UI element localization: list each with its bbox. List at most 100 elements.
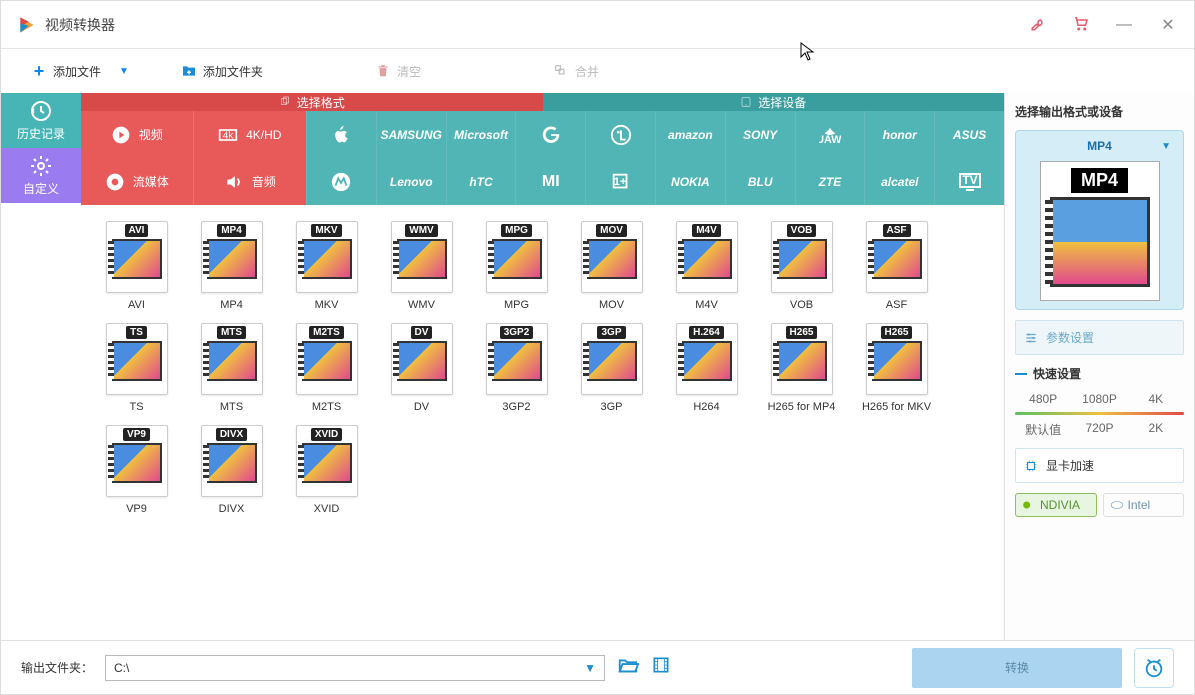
4k-icon: 4k	[218, 125, 238, 145]
tab-header: 选择格式 选择设备	[81, 93, 1004, 111]
merge-button[interactable]: 合并	[543, 59, 609, 84]
gpu-accel-button[interactable]: 显卡加速	[1015, 448, 1184, 483]
format-mov[interactable]: MOVMOV	[564, 217, 659, 315]
brand-tv[interactable]: TV	[934, 158, 1004, 205]
dropdown-caret-icon[interactable]: ▼	[119, 66, 129, 77]
preset-default[interactable]: 默认值	[1015, 421, 1071, 438]
preset-4k[interactable]: 4K	[1128, 392, 1184, 406]
dropdown-icon[interactable]: ▼	[584, 661, 596, 675]
brand-alcatel[interactable]: alcatel	[864, 158, 934, 205]
convert-button[interactable]: 转换	[912, 648, 1122, 688]
key-icon[interactable]	[1030, 14, 1048, 35]
quick-settings-grid[interactable]: 480P 1080P 4K 默认值 720P 2K	[1015, 392, 1184, 438]
output-folder-input[interactable]: C:\ ▼	[105, 655, 605, 681]
brand-huawei[interactable]: HUAWEI	[795, 111, 865, 158]
category-4k[interactable]: 4k 4K/HD	[194, 111, 307, 158]
format-vob[interactable]: VOBVOB	[754, 217, 849, 315]
format-vp9[interactable]: VP9VP9	[89, 421, 184, 519]
trash-icon	[375, 63, 391, 79]
format-m4v[interactable]: M4VM4V	[659, 217, 754, 315]
format-avi[interactable]: AVIAVI	[89, 217, 184, 315]
clear-button[interactable]: 清空	[365, 59, 431, 84]
add-file-label: 添加文件	[53, 63, 101, 80]
convert-label: 转换	[1005, 659, 1029, 676]
format-mkv[interactable]: MKVMKV	[279, 217, 374, 315]
params-label: 参数设置	[1046, 329, 1094, 346]
svg-text:4k: 4k	[223, 130, 235, 141]
format-grid: AVIAVIMP4MP4MKVMKVWMVWMVMPGMPGMOVMOVM4VM…	[81, 205, 1004, 531]
category-stream-label: 流媒体	[133, 173, 169, 190]
brand-sony[interactable]: SONY	[725, 111, 795, 158]
format-h265-for-mp4[interactable]: H265H265 for MP4	[754, 319, 849, 417]
brand-nokia[interactable]: NOKIA	[655, 158, 725, 205]
brand-blu[interactable]: BLU	[725, 158, 795, 205]
minimize-button[interactable]: —	[1114, 16, 1134, 34]
brand-microsoft[interactable]: Microsoft	[446, 111, 516, 158]
tab-device-label: 选择设备	[758, 94, 806, 111]
gpu-nvidia[interactable]: NDIVIA	[1015, 493, 1097, 517]
format-dv[interactable]: DVDV	[374, 319, 469, 417]
params-button[interactable]: 参数设置	[1015, 320, 1184, 355]
brand-zte[interactable]: ZTE	[795, 158, 865, 205]
clear-label: 清空	[397, 63, 421, 80]
film-button[interactable]	[651, 655, 671, 680]
brand-moto[interactable]	[306, 158, 376, 205]
open-folder-button[interactable]	[617, 654, 639, 681]
output-path-value: C:\	[114, 661, 129, 675]
format-asf[interactable]: ASFASF	[849, 217, 944, 315]
brand-asus[interactable]: ASUS	[934, 111, 1004, 158]
category-4k-label: 4K/HD	[246, 128, 281, 142]
format-mpg[interactable]: MPGMPG	[469, 217, 564, 315]
format-h265-for-mkv[interactable]: H265H265 for MKV	[849, 319, 944, 417]
schedule-button[interactable]	[1134, 648, 1174, 688]
format-3gp2[interactable]: 3GP23GP2	[469, 319, 564, 417]
intel-icon	[1110, 500, 1124, 510]
add-folder-label: 添加文件夹	[203, 63, 263, 80]
right-panel: 选择输出格式或设备 MP4 ▼ MP4 参数设置 快速设置 480P 1080P…	[1004, 93, 1194, 640]
category-stream[interactable]: 流媒体	[81, 158, 194, 205]
output-format-title: 选择输出格式或设备	[1015, 103, 1184, 120]
cart-icon[interactable]	[1072, 14, 1090, 35]
brand-lg[interactable]	[585, 111, 655, 158]
output-preview-image: MP4	[1040, 161, 1160, 301]
gpu-intel[interactable]: Intel	[1103, 493, 1185, 517]
chip-icon	[1024, 459, 1038, 473]
brand-apple[interactable]	[306, 111, 376, 158]
add-file-button[interactable]: + 添加文件 ▼	[21, 59, 139, 84]
format-ts[interactable]: TSTS	[89, 319, 184, 417]
brand-samsung[interactable]: SAMSUNG	[376, 111, 446, 158]
format-mts[interactable]: MTSMTS	[184, 319, 279, 417]
brand-amazon[interactable]: amazon	[655, 111, 725, 158]
preset-1080p[interactable]: 1080P	[1071, 392, 1127, 406]
category-video[interactable]: 视频	[81, 111, 194, 158]
brand-oneplus[interactable]: 1+	[585, 158, 655, 205]
category-audio[interactable]: 音频	[194, 158, 307, 205]
add-folder-button[interactable]: 添加文件夹	[171, 59, 273, 84]
format-xvid[interactable]: XVIDXVID	[279, 421, 374, 519]
alarm-icon	[1143, 657, 1165, 679]
speaker-icon	[224, 172, 244, 192]
format-h264[interactable]: H.264H264	[659, 319, 754, 417]
sidebar-custom[interactable]: 自定义	[1, 148, 81, 203]
brand-lenovo[interactable]: Lenovo	[376, 158, 446, 205]
brand-htc[interactable]: hTC	[446, 158, 516, 205]
preset-480p[interactable]: 480P	[1015, 392, 1071, 406]
dropdown-icon[interactable]: ▼	[1161, 141, 1171, 152]
device-icon	[740, 96, 752, 108]
tab-device[interactable]: 选择设备	[543, 93, 1005, 111]
preset-2k[interactable]: 2K	[1128, 421, 1184, 438]
format-mp4[interactable]: MP4MP4	[184, 217, 279, 315]
brand-honor[interactable]: honor	[864, 111, 934, 158]
format-m2ts[interactable]: M2TSM2TS	[279, 319, 374, 417]
brand-g[interactable]	[515, 111, 585, 158]
preset-720p[interactable]: 720P	[1071, 421, 1127, 438]
close-button[interactable]: ✕	[1158, 15, 1178, 35]
output-preview[interactable]: MP4 ▼ MP4	[1015, 130, 1184, 310]
format-3gp[interactable]: 3GP3GP	[564, 319, 659, 417]
sidebar-history[interactable]: 历史记录	[1, 93, 81, 148]
format-wmv[interactable]: WMVWMV	[374, 217, 469, 315]
brand-mi[interactable]: MI	[515, 158, 585, 205]
format-divx[interactable]: DIVXDIVX	[184, 421, 279, 519]
tab-format[interactable]: 选择格式	[81, 93, 543, 111]
output-preview-badge: MP4	[1071, 168, 1128, 193]
